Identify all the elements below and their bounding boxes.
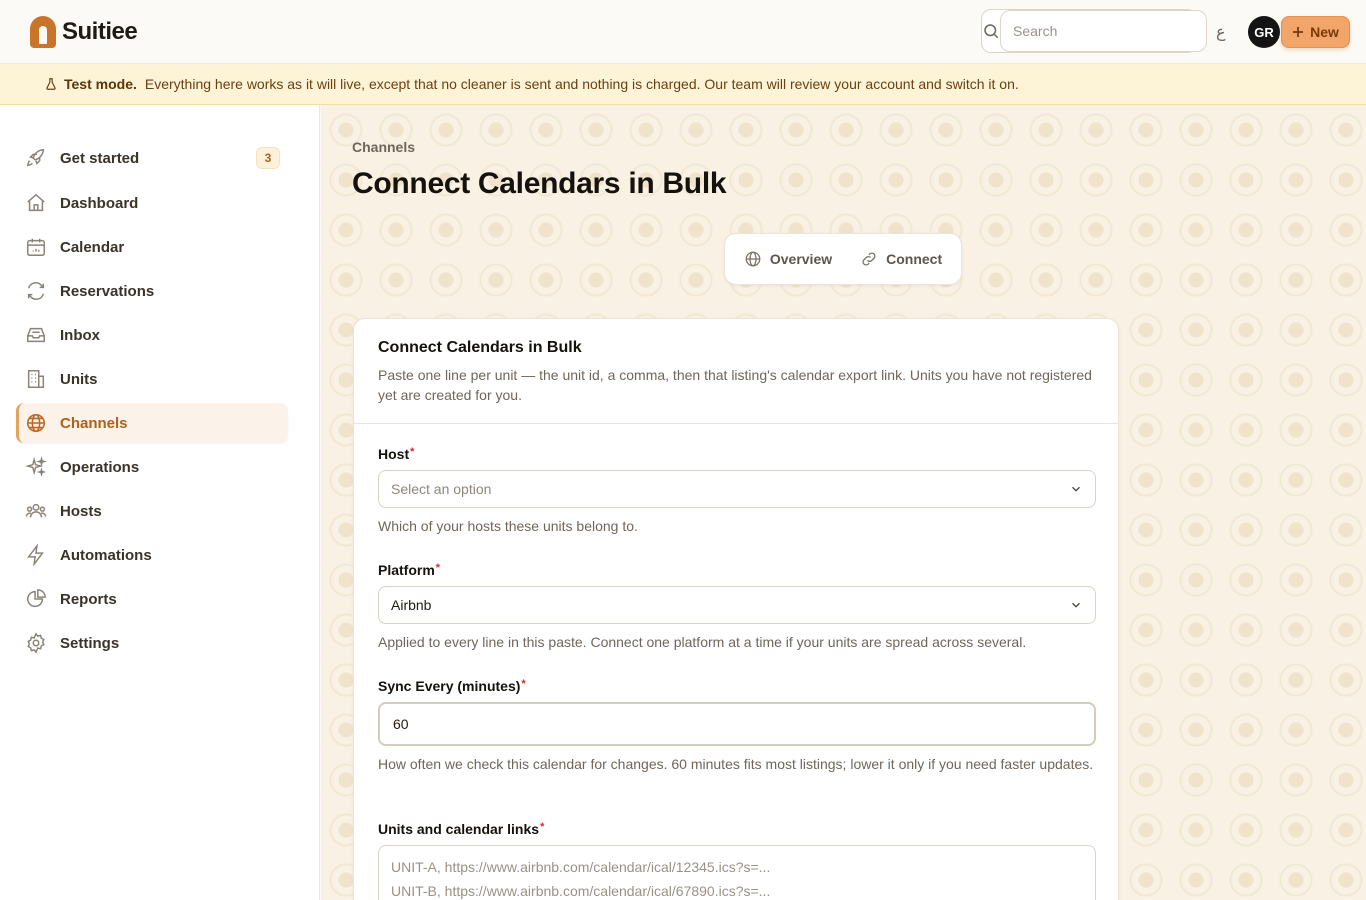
platform-label: Platform*	[378, 562, 441, 578]
links-textarea[interactable]: UNIT-A, https://www.airbnb.com/calendar/…	[378, 845, 1096, 900]
sidebar-item-operations[interactable]: Operations	[16, 447, 288, 487]
inbox-icon	[24, 323, 48, 347]
sidebar: Get started 3 Dashboard Calendar Reserva…	[0, 105, 320, 900]
host-helper: Which of your hosts these units belong t…	[378, 518, 638, 534]
page-tabs: Overview Connect	[724, 233, 962, 285]
calendar-icon	[24, 235, 48, 259]
sidebar-item-reservations[interactable]: Reservations	[16, 271, 288, 311]
platform-select-value: Airbnb	[391, 597, 432, 613]
search-input[interactable]	[1000, 10, 1207, 52]
sidebar-item-label: Get started	[60, 149, 140, 167]
banner-text: Everything here works as it will live, e…	[144, 76, 1019, 92]
sidebar-item-get-started[interactable]: Get started 3	[16, 138, 288, 178]
new-button-label: New	[1310, 24, 1339, 40]
tab-label: Overview	[769, 251, 833, 267]
sidebar-item-label: Reports	[60, 590, 117, 608]
sidebar-item-hosts[interactable]: Hosts	[16, 491, 288, 531]
language-switch[interactable]: ع	[1216, 22, 1226, 42]
sidebar-item-channels[interactable]: Channels	[16, 403, 288, 443]
sidebar-item-reports[interactable]: Reports	[16, 579, 288, 619]
page-title: Connect Calendars in Bulk	[352, 167, 727, 200]
required-marker: *	[521, 678, 526, 690]
sparkles-icon	[24, 455, 48, 479]
required-marker: *	[435, 562, 441, 574]
flask-icon	[44, 77, 58, 91]
host-label: Host*	[378, 446, 415, 462]
sidebar-item-label: Operations	[60, 458, 140, 476]
required-marker: *	[410, 446, 415, 458]
tab-connect[interactable]: Connect	[860, 250, 942, 268]
form-title: Connect Calendars in Bulk	[378, 339, 582, 356]
banner-title: Test mode.	[64, 76, 137, 92]
main-content: Channels Connect Calendars in Bulk Overv…	[321, 105, 1366, 900]
sidebar-item-label: Channels	[60, 414, 128, 432]
sidebar-item-label: Dashboard	[60, 194, 139, 212]
chevron-down-icon	[1072, 602, 1080, 608]
rocket-icon	[24, 146, 48, 170]
user-avatar[interactable]: GR	[1248, 16, 1280, 48]
building-icon	[24, 367, 48, 391]
sidebar-item-label: Calendar	[60, 238, 125, 256]
sidebar-item-label: Inbox	[60, 326, 100, 344]
tab-overview[interactable]: Overview	[744, 250, 832, 268]
tab-label: Connect	[886, 251, 943, 267]
platform-helper: Applied to every line in this paste. Con…	[378, 634, 1027, 650]
sidebar-item-label: Automations	[60, 546, 152, 564]
logo-mark-icon	[30, 16, 56, 48]
sync-field: Sync Every (minutes)* 60 How often we ch…	[378, 678, 1096, 774]
top-bar: Suitiee ع GR New	[0, 0, 1366, 64]
sidebar-item-settings[interactable]: Settings	[16, 623, 288, 663]
host-select[interactable]: Select an option	[378, 470, 1096, 508]
sync-minutes-input[interactable]: 60	[378, 702, 1096, 746]
bulk-connect-form: Connect Calendars in Bulk Paste one line…	[353, 318, 1119, 900]
link-icon	[862, 252, 876, 266]
sidebar-item-dashboard[interactable]: Dashboard	[16, 183, 288, 223]
breadcrumb[interactable]: Channels	[352, 139, 415, 155]
sidebar-item-label: Hosts	[60, 502, 102, 520]
sidebar-item-label: Reservations	[60, 282, 155, 300]
search-box	[981, 9, 1207, 53]
sidebar-item-calendar[interactable]: Calendar	[16, 227, 288, 267]
users-icon	[24, 499, 48, 523]
required-marker: *	[540, 821, 545, 833]
app-logo[interactable]: Suitiee	[30, 16, 138, 48]
links-label: Units and calendar links*	[378, 821, 545, 837]
gear-icon	[24, 631, 48, 655]
links-field: Units and calendar links* UNIT-A, https:…	[378, 821, 1096, 900]
links-placeholder-line: UNIT-B, https://www.airbnb.com/calendar/…	[391, 883, 771, 899]
globe-icon	[745, 251, 761, 267]
new-button[interactable]: New	[1281, 16, 1350, 48]
form-description: Paste one line per unit — the unit id, a…	[378, 367, 1092, 403]
chevron-down-icon	[1072, 486, 1080, 492]
host-select-placeholder: Select an option	[391, 481, 492, 497]
plus-icon	[1293, 27, 1304, 37]
globe-icon	[24, 411, 48, 435]
get-started-badge: 3	[256, 147, 280, 169]
sidebar-item-automations[interactable]: Automations	[16, 535, 288, 575]
sidebar-item-label: Settings	[60, 634, 120, 652]
form-header: Connect Calendars in Bulk Paste one line…	[354, 319, 1118, 424]
sidebar-item-inbox[interactable]: Inbox	[16, 315, 288, 355]
app-name: Suitiee	[62, 18, 138, 45]
platform-field: Platform* Airbnb Applied to every line i…	[378, 562, 1096, 652]
pie-chart-icon	[24, 587, 48, 611]
sync-label: Sync Every (minutes)*	[378, 678, 526, 694]
test-mode-banner: Test mode. Everything here works as it w…	[0, 64, 1366, 105]
sidebar-item-units[interactable]: Units	[16, 359, 288, 399]
links-placeholder-line: UNIT-A, https://www.airbnb.com/calendar/…	[391, 859, 771, 875]
platform-select[interactable]: Airbnb	[378, 586, 1096, 624]
sidebar-item-label: Units	[60, 370, 98, 388]
host-field: Host* Select an option Which of your hos…	[378, 446, 1096, 536]
home-icon	[24, 191, 48, 215]
refresh-icon	[24, 279, 48, 303]
search-icon[interactable]	[982, 10, 1000, 52]
sync-helper: How often we check this calendar for cha…	[378, 756, 1094, 772]
bolt-icon	[24, 543, 48, 567]
